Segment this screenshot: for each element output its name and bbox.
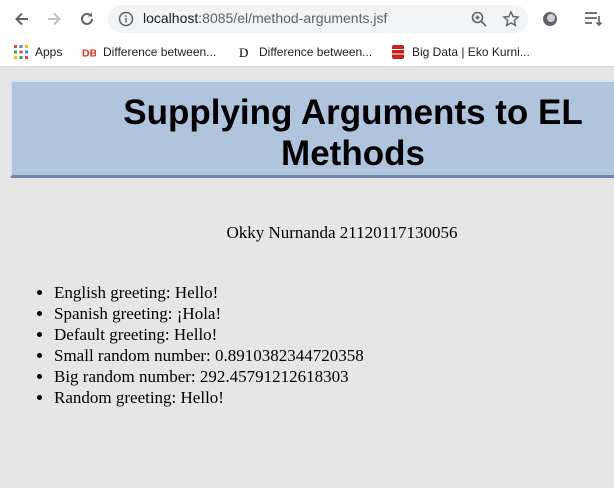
apps-grid-icon (14, 45, 28, 59)
reading-list-icon[interactable] (583, 10, 603, 28)
bookmark-star-icon[interactable] (502, 10, 520, 28)
list-item: Small random number: 0.8910382344720358 (54, 345, 364, 366)
url-host: localhost (143, 10, 199, 26)
bookmark-apps[interactable]: Apps (14, 43, 62, 61)
db-logo-icon: DB (82, 45, 96, 59)
bookmark-difference-between-1[interactable]: DB Difference between... (82, 43, 216, 61)
bookmark-label: Apps (35, 45, 63, 59)
list-item: Spanish greeting: ¡Hola! (54, 303, 364, 324)
page-title: Supplying Arguments to EL Methods (123, 93, 583, 173)
arrow-left-icon (15, 12, 28, 26)
list-item: Big random number: 292.45791212618303 (54, 366, 364, 387)
list-item: Random greeting: Hello! (54, 387, 364, 408)
arrow-right-icon (48, 12, 61, 26)
author-line: Okky Nurnanda 21120117130056 (226, 223, 458, 242)
bookmarks-bar: Apps DB Difference between... D Differen… (0, 38, 614, 67)
back-button[interactable] (10, 7, 34, 31)
zoom-icon[interactable] (470, 10, 488, 28)
d-logo-icon: D (238, 45, 252, 59)
reload-icon (81, 12, 93, 25)
bookmark-label: Difference between... (259, 45, 373, 59)
results-list: English greeting: Hello! Spanish greetin… (0, 282, 364, 408)
bookmark-big-data[interactable]: Big Data | Eko Kurni... (391, 43, 530, 61)
page-title-banner: Supplying Arguments to EL Methods (10, 80, 614, 178)
extension-icon[interactable] (541, 10, 559, 28)
info-icon[interactable] (118, 11, 134, 27)
database-icon (391, 45, 405, 59)
svg-text:DB: DB (82, 47, 96, 59)
bookmark-label: Difference between... (103, 45, 217, 59)
bookmark-difference-between-2[interactable]: D Difference between... (238, 43, 372, 61)
forward-button[interactable] (42, 7, 66, 31)
list-item: English greeting: Hello! (54, 282, 364, 303)
browser-toolbar: localhost:8085/el/method-arguments.jsf (0, 0, 614, 38)
address-bar[interactable]: localhost:8085/el/method-arguments.jsf (108, 5, 528, 33)
url-path: :8085/el/method-arguments.jsf (198, 10, 388, 26)
svg-text:D: D (239, 45, 248, 59)
list-item: Default greeting: Hello! (54, 324, 364, 345)
bookmark-label: Big Data | Eko Kurni... (412, 45, 530, 59)
reload-button[interactable] (75, 7, 99, 31)
url-text[interactable]: localhost:8085/el/method-arguments.jsf (143, 10, 387, 26)
